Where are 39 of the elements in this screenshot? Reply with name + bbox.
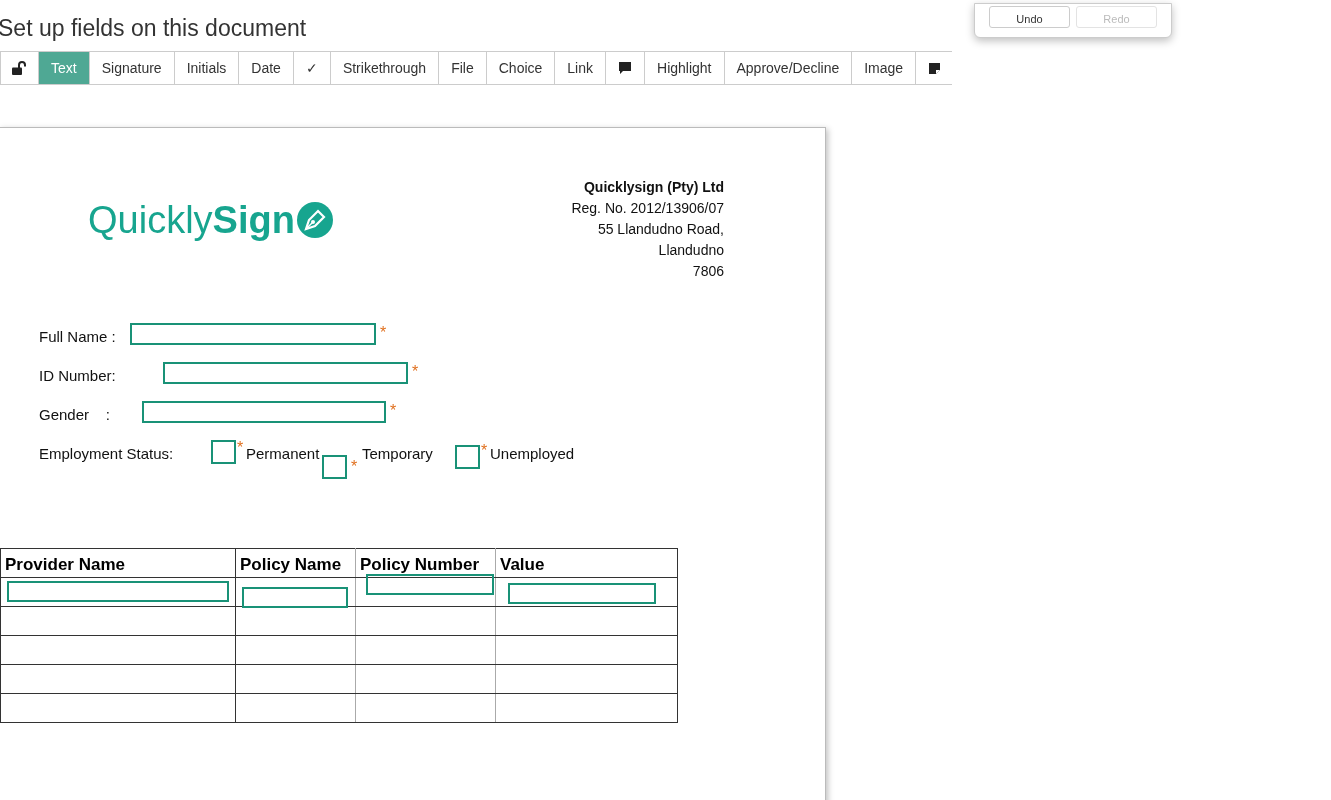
comment-icon — [618, 61, 632, 75]
note-icon — [928, 61, 942, 75]
logo-text: Sign — [212, 198, 295, 242]
field-label: Employment Status: — [39, 444, 174, 464]
text-field[interactable] — [7, 581, 229, 602]
address-line: 7806 — [691, 262, 724, 281]
column-header: Value — [495, 548, 678, 578]
required-mark: * — [351, 459, 358, 475]
text-field[interactable] — [508, 583, 656, 604]
address-line: Llandudno — [657, 241, 724, 260]
text-field[interactable] — [163, 362, 408, 384]
text-field[interactable] — [242, 587, 348, 608]
address-line: 55 Llandudno Road, — [596, 220, 724, 239]
unlock-icon — [11, 61, 27, 75]
checkbox-field[interactable] — [455, 445, 480, 469]
required-mark: * — [412, 364, 419, 380]
column-header: Policy Number — [355, 548, 496, 578]
address-line: Reg. No. 2012/13906/07 — [571, 199, 724, 218]
field-label: Gender : — [39, 405, 110, 425]
option-label: Permanent — [246, 444, 320, 464]
logo-text: Quickly — [88, 198, 213, 242]
required-mark: * — [237, 440, 244, 456]
required-mark: * — [390, 403, 397, 419]
pen-nib-icon — [296, 202, 333, 238]
checkbox-field[interactable] — [322, 455, 347, 479]
text-field[interactable] — [366, 574, 494, 595]
undo-button[interactable]: Undo — [989, 6, 1070, 28]
company-name: Quicklysign (Pty) Ltd — [583, 178, 724, 197]
text-field[interactable] — [142, 401, 386, 423]
checkbox-field[interactable] — [211, 440, 236, 464]
required-mark: * — [380, 325, 387, 341]
text-field[interactable] — [130, 323, 376, 345]
column-header: Provider Name — [0, 548, 236, 578]
field-label: Full Name : — [39, 327, 116, 347]
required-mark: * — [481, 443, 488, 459]
column-header: Policy Name — [235, 548, 356, 578]
option-label: Temporary — [362, 444, 433, 464]
field-label: ID Number: — [39, 366, 116, 386]
option-label: Unemployed — [490, 444, 575, 464]
